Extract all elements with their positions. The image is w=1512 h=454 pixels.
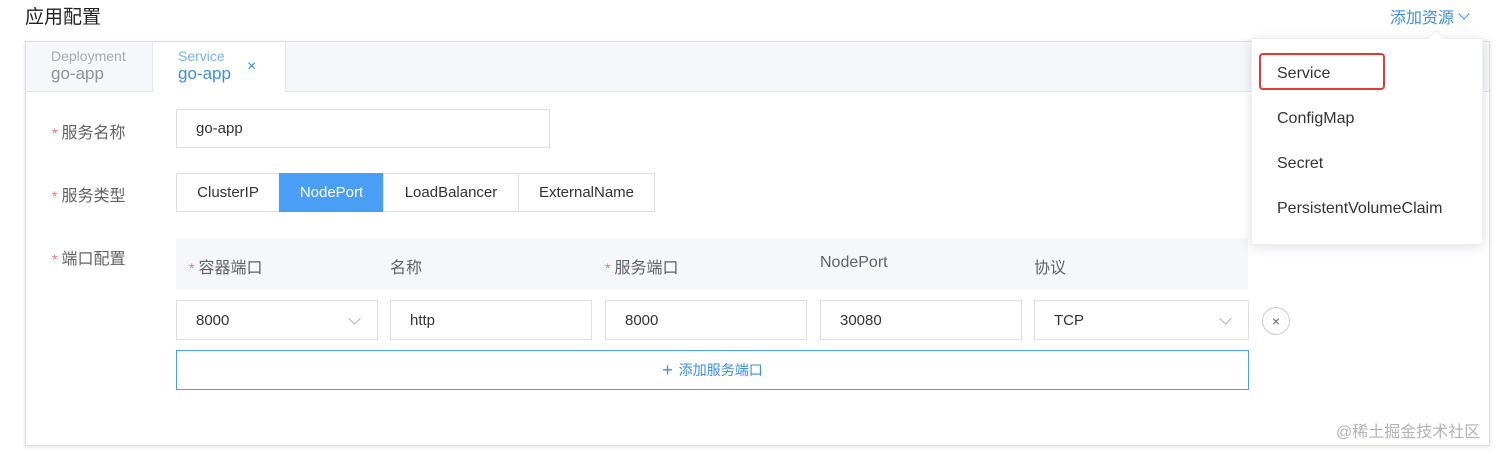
required-mark: * — [52, 251, 58, 267]
ports-label: * 端口配置 — [52, 245, 125, 269]
header-name: 名称 — [390, 260, 423, 277]
dropdown-item-configmap[interactable]: ConfigMap — [1252, 101, 1482, 137]
port-name-input[interactable]: http — [390, 300, 592, 340]
plus-icon: + — [662, 360, 673, 380]
dropdown-item-service[interactable]: Service — [1252, 56, 1482, 92]
header-container-port: * 容器端口 — [189, 254, 262, 278]
chevron-down-icon — [348, 312, 361, 325]
page-title: 应用配置 — [25, 7, 102, 28]
add-service-port-button[interactable]: + 添加服务端口 — [176, 350, 1249, 390]
tab-kind: Service — [178, 48, 225, 64]
service-port-input[interactable]: 8000 — [605, 300, 807, 340]
type-clusterip-button[interactable]: ClusterIP — [176, 173, 280, 212]
service-type-radio-group: ClusterIP NodePort LoadBalancer External… — [176, 173, 655, 212]
service-type-label: * 服务类型 — [52, 182, 125, 206]
service-name-input[interactable]: go-app — [176, 109, 550, 148]
chevron-down-icon — [1219, 312, 1232, 325]
close-icon[interactable]: × — [247, 58, 256, 76]
remove-port-button[interactable]: × — [1262, 307, 1290, 335]
add-resource-dropdown: Service ConfigMap Secret PersistentVolum… — [1251, 38, 1483, 245]
tab-service[interactable]: Service go-app × — [152, 42, 286, 92]
type-loadbalancer-button[interactable]: LoadBalancer — [383, 173, 519, 212]
service-name-value: go-app — [196, 120, 243, 137]
header-protocol: 协议 — [1034, 260, 1067, 277]
service-name-label: * 服务名称 — [52, 119, 125, 143]
protocol-select[interactable]: TCP — [1034, 300, 1249, 340]
dropdown-item-pvc[interactable]: PersistentVolumeClaim — [1252, 191, 1482, 227]
service-type-label-text: 服务类型 — [61, 188, 126, 205]
header-text: 服务端口 — [614, 260, 679, 277]
ports-table-header: * 容器端口 名称 * 服务端口 NodePort 协议 — [176, 238, 1248, 290]
required-mark: * — [52, 188, 58, 204]
chevron-down-icon — [1458, 7, 1470, 20]
port-name-value: http — [410, 311, 436, 329]
required-mark: * — [605, 260, 611, 276]
add-resource-button[interactable]: 添加资源 — [1390, 4, 1470, 28]
type-externalname-button[interactable]: ExternalName — [518, 173, 655, 212]
tab-name: go-app — [178, 64, 231, 83]
nodeport-input[interactable]: 30080 — [820, 300, 1022, 340]
container-port-select[interactable]: 8000 — [176, 300, 378, 340]
required-mark: * — [189, 260, 195, 276]
header-service-port: * 服务端口 — [605, 254, 678, 278]
service-name-label-text: 服务名称 — [61, 125, 126, 142]
tab-kind: Deployment — [51, 48, 126, 64]
header-text: 容器端口 — [198, 260, 263, 277]
container-port-value: 8000 — [196, 311, 230, 329]
service-port-value: 8000 — [625, 311, 659, 329]
type-nodeport-button[interactable]: NodePort — [279, 173, 384, 212]
add-resource-label: 添加资源 — [1390, 10, 1455, 27]
watermark: @稀土掘金技术社区 — [1336, 424, 1481, 441]
tab-deployment[interactable]: Deployment go-app — [26, 42, 153, 91]
dropdown-item-secret[interactable]: Secret — [1252, 146, 1482, 182]
nodeport-value: 30080 — [840, 311, 882, 329]
protocol-value: TCP — [1054, 311, 1084, 329]
ports-label-text: 端口配置 — [61, 251, 126, 268]
header-nodeport: NodePort — [820, 254, 888, 271]
required-mark: * — [52, 125, 58, 141]
tab-name: go-app — [51, 64, 104, 83]
close-icon: × — [1271, 313, 1281, 329]
add-service-port-label: 添加服务端口 — [678, 362, 763, 378]
